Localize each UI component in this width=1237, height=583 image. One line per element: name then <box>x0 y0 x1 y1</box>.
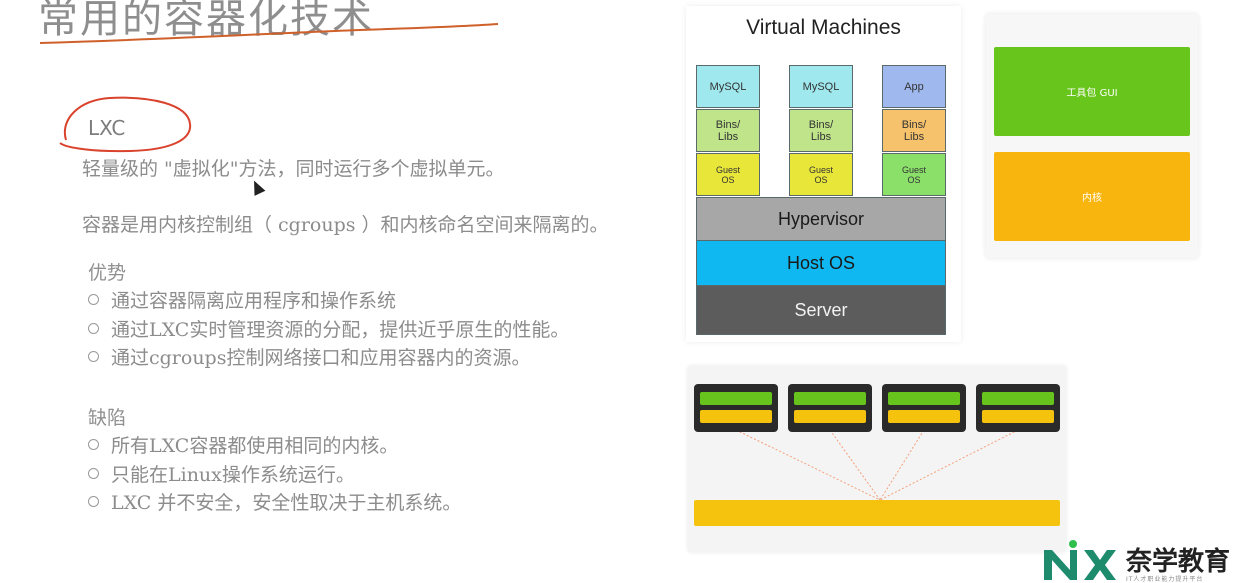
stack-panel: 工具包 GUI 内核 <box>986 14 1198 258</box>
container-diagram <box>688 366 1066 552</box>
vm-guest-cell: Guest OS <box>882 153 946 196</box>
defect-item: 只能在Linux操作系统运行。 <box>88 460 355 487</box>
brand-tagline: IT人才职业能力提升平台 <box>1126 576 1204 583</box>
server-layer: Server <box>696 285 946 335</box>
vm-app-cell: MySQL <box>789 65 853 108</box>
vm-bins-cell: Bins/ Libs <box>882 109 946 152</box>
container-box <box>976 384 1060 432</box>
container-app-bar <box>982 392 1054 405</box>
container-lib-bar <box>888 410 960 423</box>
slide-title: 常用的容器化技术 <box>38 0 374 42</box>
bullet-icon <box>88 351 99 362</box>
bullet-icon <box>88 468 99 479</box>
toolkit-gui-box: 工具包 GUI <box>994 47 1190 136</box>
container-app-bar <box>888 392 960 405</box>
vm-bins-cell: Bins/ Libs <box>789 109 853 152</box>
defect-item: LXC 并不安全，安全性取决于主机系统。 <box>88 488 461 515</box>
shared-kernel-bar <box>694 500 1060 526</box>
vm-diagram-title: Virtual Machines <box>746 16 901 39</box>
vm-guest-cell: Guest OS <box>696 153 760 196</box>
container-app-bar <box>794 392 866 405</box>
bullet-icon <box>88 439 99 450</box>
container-lib-bar <box>982 410 1054 423</box>
intro-line-1: 轻量级的 "虚拟化"方法，同时运行多个虚拟单元。 <box>82 158 505 180</box>
container-app-bar <box>700 392 772 405</box>
lxc-heading: LXC <box>88 116 126 140</box>
bullet-icon <box>88 496 99 507</box>
intro-line-2: 容器是用内核控制组（ cgroups ）和内核命名空间来隔离的。 <box>82 214 609 236</box>
container-box <box>694 384 778 432</box>
vm-app-cell: App <box>882 65 946 108</box>
hypervisor-layer: Hypervisor <box>696 197 946 241</box>
bullet-icon <box>88 294 99 305</box>
advantage-item: 通过容器隔离应用程序和操作系统 <box>88 286 396 313</box>
vm-guest-cell: Guest OS <box>789 153 853 196</box>
vm-column: MySQL Bins/ Libs Guest OS <box>696 65 760 197</box>
container-lib-bar <box>700 410 772 423</box>
brand-name: 奈学教育 <box>1126 547 1231 577</box>
defects-heading: 缺陷 <box>88 407 127 429</box>
vm-diagram: Virtual Machines MySQL Bins/ Libs Guest … <box>686 6 961 342</box>
container-lib-bar <box>794 410 866 423</box>
brand-logo: 奈学教育 IT人才职业能力提升平台 <box>1040 538 1237 583</box>
vm-column: MySQL Bins/ Libs Guest OS <box>789 65 853 197</box>
advantage-item: 通过LXC实时管理资源的分配，提供近乎原生的性能。 <box>88 315 569 342</box>
bullet-icon <box>88 323 99 334</box>
advantage-item: 通过cgroups控制网络接口和应用容器内的资源。 <box>88 343 530 370</box>
nx-logo-icon <box>1044 540 1116 580</box>
kernel-box: 内核 <box>994 152 1190 241</box>
vm-bins-cell: Bins/ Libs <box>696 109 760 152</box>
vm-app-cell: MySQL <box>696 65 760 108</box>
advantages-heading: 优势 <box>88 262 127 284</box>
host-os-layer: Host OS <box>696 240 946 286</box>
defect-item: 所有LXC容器都使用相同的内核。 <box>88 431 398 458</box>
container-box <box>788 384 872 432</box>
vm-column: App Bins/ Libs Guest OS <box>882 65 946 197</box>
container-box <box>882 384 966 432</box>
